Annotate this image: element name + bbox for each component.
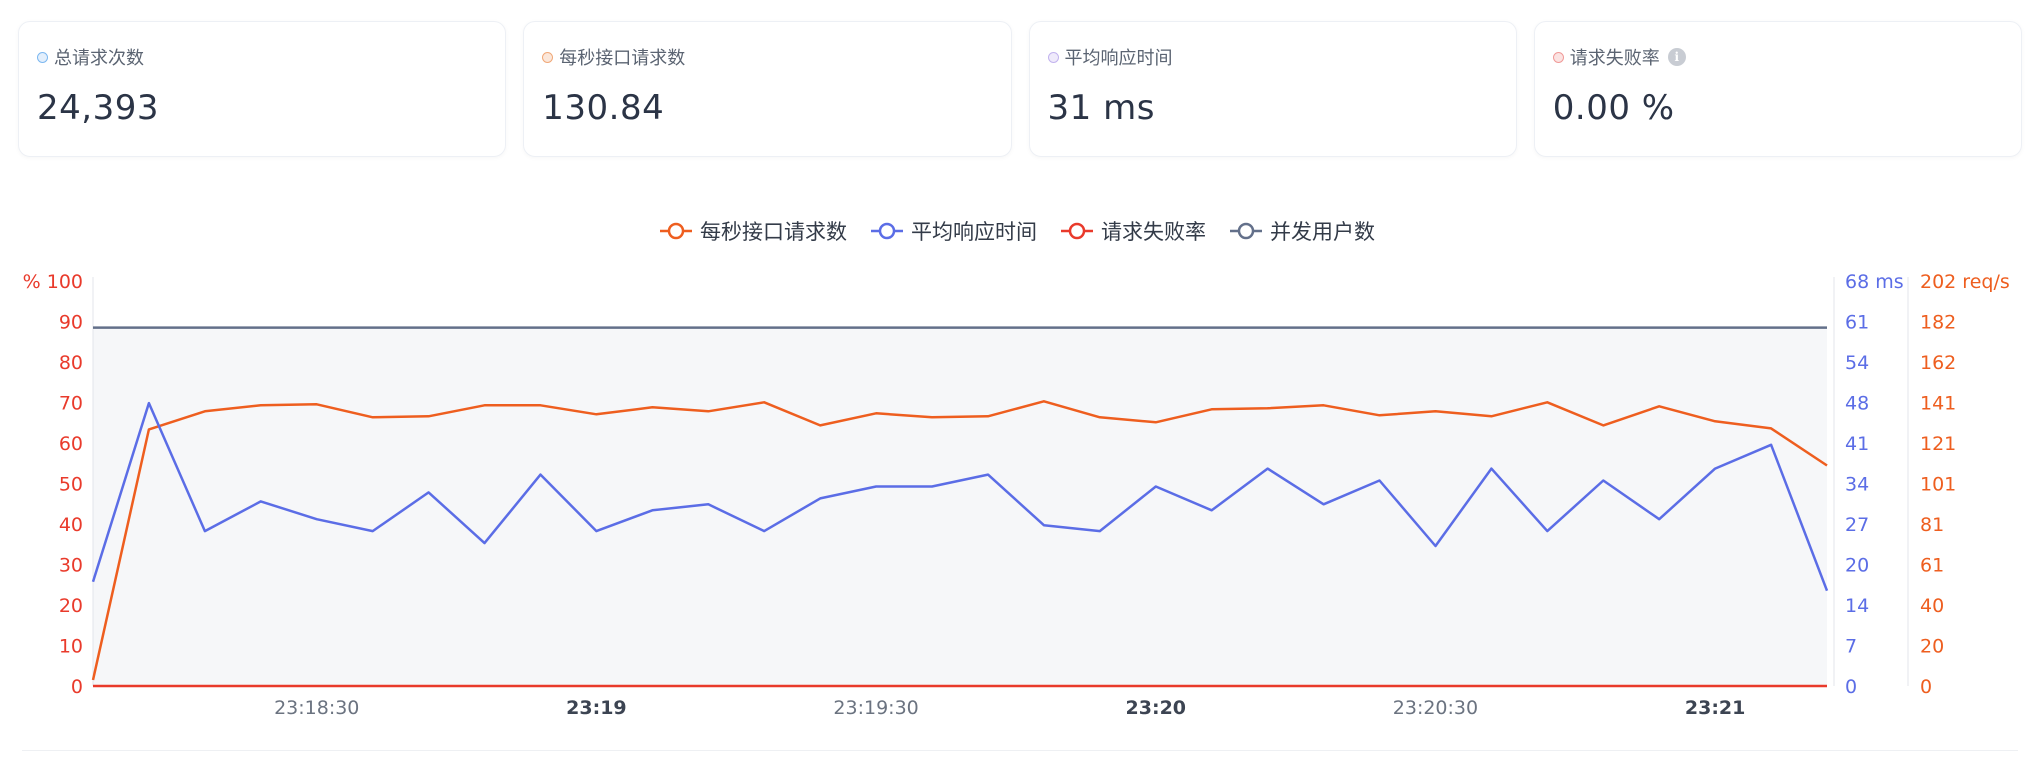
left-axis-tick-label: 20	[59, 595, 83, 617]
legend-label: 并发用户数	[1270, 220, 1375, 244]
card-title: 每秒接口请求数	[559, 48, 686, 69]
legend-item-concurrent-users[interactable]: 并发用户数	[1230, 216, 1375, 246]
card-value: 0.00 %	[1552, 88, 1675, 128]
right-ms-axis-tick-label: 27	[1845, 514, 1869, 536]
right-reqs-axis-tick-label: 202 req/s	[1920, 271, 2010, 293]
card-total-requests: 总请求次数 24,393	[18, 21, 507, 157]
right-ms-axis-tick-label: 48	[1845, 393, 1869, 415]
x-axis-tick-label: 23:21	[1685, 697, 1745, 719]
right-reqs-axis-tick-label: 182	[1920, 312, 1956, 334]
left-axis-tick-label: 90	[59, 312, 83, 334]
failure-rate-dot-icon	[1552, 51, 1564, 63]
left-axis-tick-label: 40	[59, 514, 83, 536]
right-ms-axis-tick-label: 54	[1845, 352, 1869, 374]
legend-label: 每秒接口请求数	[700, 220, 847, 244]
bottom-divider	[22, 750, 2018, 751]
left-axis-tick-label: 80	[59, 352, 83, 374]
right-reqs-axis-tick-label: 121	[1920, 433, 1956, 455]
x-axis-tick-label: 23:19:30	[833, 697, 918, 719]
legend-marker-response-time-icon	[871, 222, 903, 240]
left-axis-tick-label: 30	[59, 555, 83, 577]
rps-dot-icon	[542, 51, 554, 63]
legend-item-response-time[interactable]: 平均响应时间	[871, 216, 1037, 246]
x-axis-tick-label: 23:19	[566, 697, 626, 719]
summary-cards: 总请求次数 24,393 每秒接口请求数 130.84 平均响应时间 31 ms…	[18, 21, 2022, 157]
x-axis-tick-label: 23:20:30	[1393, 697, 1478, 719]
right-ms-axis-tick-label: 0	[1845, 676, 1857, 698]
right-ms-axis-tick-label: 20	[1845, 555, 1869, 577]
left-axis-tick-label: % 100	[23, 271, 83, 293]
right-reqs-axis-tick-label: 101	[1920, 474, 1956, 496]
performance-line-chart: 0 10 20 30 40 50 60 70 80 90 % 100 0 7 14 20 27 34 41 48 54…	[23, 271, 2010, 719]
legend-item-failure-rate[interactable]: 请求失败率	[1061, 216, 1206, 246]
legend-marker-failure-rate-icon	[1061, 222, 1093, 240]
card-title: 平均响应时间	[1064, 48, 1173, 69]
right-reqs-axis-tick-label: 40	[1920, 595, 1944, 617]
right-reqs-axis-tick-label: 20	[1920, 636, 1944, 658]
right-ms-axis-tick-label: 61	[1845, 312, 1869, 334]
left-axis-tick-label: 60	[59, 433, 83, 455]
card-failure-rate: 请求失败率 i 0.00 %	[1533, 21, 2022, 157]
concurrent-users-area	[93, 327, 1827, 686]
x-axis-tick-label: 23:18:30	[274, 697, 359, 719]
card-value: 130.84	[542, 88, 665, 128]
legend-label: 平均响应时间	[911, 220, 1037, 244]
legend-marker-rps-icon	[660, 222, 692, 240]
right-reqs-axis-tick-label: 61	[1920, 555, 1944, 577]
avg-response-dot-icon	[1047, 51, 1059, 63]
legend-label: 请求失败率	[1101, 220, 1206, 244]
total-requests-dot-icon	[37, 51, 48, 63]
right-reqs-axis-tick-label: 141	[1920, 393, 1956, 415]
card-title: 总请求次数	[54, 48, 144, 69]
left-axis-tick-label: 10	[59, 636, 83, 658]
card-avg-response-time: 平均响应时间 31 ms	[1028, 21, 1517, 157]
right-ms-axis-tick-label: 14	[1845, 595, 1869, 617]
right-reqs-axis-tick-label: 81	[1920, 514, 1944, 536]
right-ms-axis-tick-label: 34	[1845, 474, 1869, 496]
card-value: 24,393	[37, 88, 159, 128]
info-icon[interactable]: i	[1667, 48, 1686, 66]
right-ms-axis-tick-label: 41	[1845, 433, 1869, 455]
chart-legend: 每秒接口请求数 平均响应时间 请求失败率 并发用户数	[0, 216, 2035, 246]
card-requests-per-second: 每秒接口请求数 130.84	[523, 21, 1012, 157]
right-ms-axis-tick-label: 68 ms	[1845, 271, 1904, 293]
left-axis-tick-label: 0	[71, 676, 83, 698]
right-reqs-axis-tick-label: 162	[1920, 352, 1956, 374]
right-reqs-axis-tick-label: 0	[1920, 676, 1932, 698]
right-ms-axis-tick-label: 7	[1845, 636, 1857, 658]
left-axis-tick-label: 70	[59, 393, 83, 415]
card-value: 31 ms	[1047, 88, 1155, 128]
x-axis-tick-label: 23:20	[1126, 697, 1186, 719]
legend-marker-concurrent-users-icon	[1230, 222, 1262, 240]
card-title: 请求失败率	[1569, 48, 1660, 69]
left-axis-tick-label: 50	[59, 474, 83, 496]
legend-item-rps[interactable]: 每秒接口请求数	[660, 216, 847, 246]
